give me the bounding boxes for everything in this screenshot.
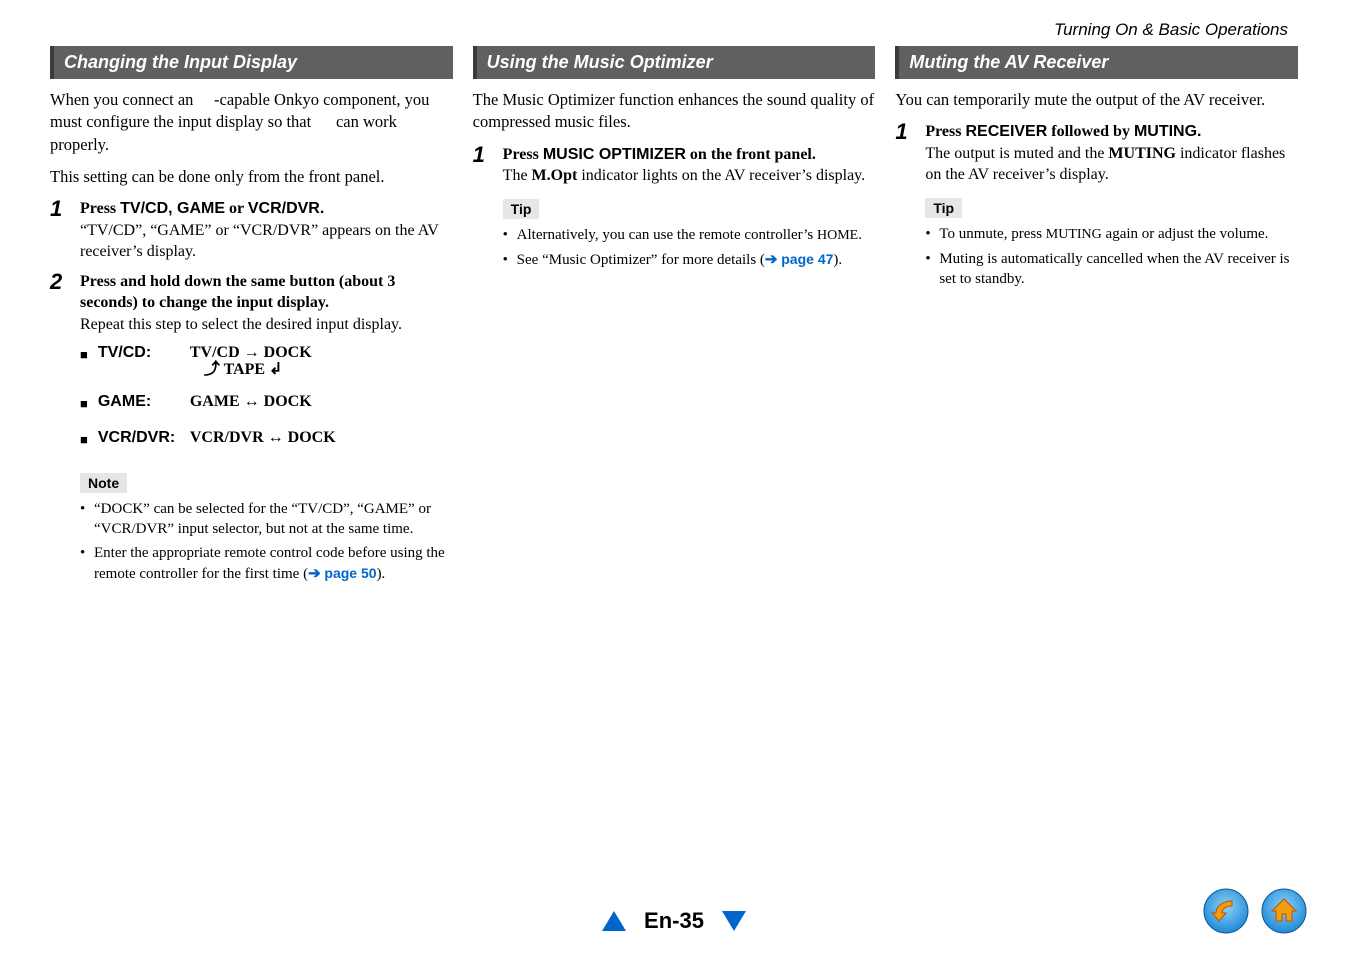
step-text: indicator lights on the AV receiver’s di… [577, 167, 865, 184]
step-number: 2 [50, 271, 70, 293]
note-text: ). [377, 566, 386, 582]
tip-text: To unmute, press [939, 226, 1045, 242]
tip-text: . [858, 227, 862, 243]
home-icon[interactable] [1260, 887, 1308, 940]
intro-text-2: This setting can be done only from the f… [50, 166, 453, 188]
column-muting: Muting the AV Receiver You can temporari… [895, 46, 1298, 588]
note-text: “DOCK” can be selected for the “TV/CD”, … [94, 501, 431, 537]
intro-text-1: When you connect an -capable Onkyo compo… [50, 89, 453, 156]
heading-muting: Muting the AV Receiver [895, 46, 1298, 79]
step-1: 1 Press TV/CD, GAME or VCR/DVR. “TV/CD”,… [50, 198, 453, 263]
step-text: The [503, 167, 532, 184]
step-text: Repeat this step to select the desired i… [80, 314, 453, 336]
square-bullet-icon: ■ [80, 393, 88, 415]
tip-text: ). [833, 252, 842, 268]
page-link[interactable]: page 50 [324, 565, 376, 581]
tip-text: Alternatively, you can use the remote co… [517, 227, 817, 243]
breadcrumb: Turning On & Basic Operations [50, 20, 1298, 40]
option-body: ⤴ TAPE ↲ [190, 361, 283, 378]
step-number: 1 [895, 121, 915, 143]
step-text: “TV/CD”, “GAME” or “VCR/DVR” appears on … [80, 220, 453, 263]
prev-page-icon[interactable] [602, 911, 626, 931]
step-text: VCR/DVR. [248, 200, 324, 217]
tip-bullet: To unmute, press MUTING again or adjust … [925, 224, 1298, 245]
note-text: Enter the appropriate remote control cod… [94, 545, 445, 581]
note-bullet: Enter the appropriate remote control cod… [80, 543, 453, 584]
tip-text: Muting is automatically cancelled when t… [939, 251, 1289, 287]
step-1: 1 Press RECEIVER followed by MUTING. The… [895, 121, 1298, 186]
input-option-vcr: ■ VCR/DVR: VCR/DVR ↔ DOCK [80, 429, 453, 451]
step-text: RECEIVER [965, 123, 1047, 140]
step-text: MUTING [1108, 145, 1176, 162]
step-text: Press [503, 146, 543, 163]
column-changing-input: Changing the Input Display When you conn… [50, 46, 453, 588]
step-text: The output is muted and the [925, 145, 1108, 162]
input-option-game: ■ GAME: GAME ↔ DOCK [80, 393, 453, 415]
intro-text: The Music Optimizer function enhances th… [473, 89, 876, 134]
note-label: Note [80, 473, 127, 493]
option-body: TV/CD → DOCK [190, 344, 312, 361]
step-text: MUTING. [1134, 123, 1202, 140]
option-body: GAME ↔ DOCK [190, 393, 312, 411]
option-label: VCR/DVR: [98, 429, 180, 447]
input-option-tvcd: ■ TV/CD: TV/CD → DOCK ⤴ TAPE ↲ [80, 344, 453, 379]
heading-changing-input: Changing the Input Display [50, 46, 453, 79]
tip-text: again or adjust the volume. [1102, 226, 1269, 242]
arrow-icon: ➔ [308, 566, 324, 582]
square-bullet-icon: ■ [80, 429, 88, 451]
option-body: VCR/DVR ↔ DOCK [190, 429, 336, 447]
footer: En-35 [0, 908, 1348, 934]
step-text: on the front panel. [686, 146, 816, 163]
step-2: 2 Press and hold down the same button (a… [50, 271, 453, 336]
next-page-icon[interactable] [722, 911, 746, 931]
option-label: TV/CD: [98, 344, 180, 362]
note-bullet: “DOCK” can be selected for the “TV/CD”, … [80, 499, 453, 540]
page-number: En-35 [644, 908, 704, 934]
step-number: 1 [50, 198, 70, 220]
page-link[interactable]: page 47 [781, 251, 833, 267]
step-number: 1 [473, 144, 493, 166]
tip-bullet: See “Music Optimizer” for more details (… [503, 250, 876, 270]
square-bullet-icon: ■ [80, 344, 88, 366]
tip-label: Tip [503, 199, 540, 219]
tip-label: Tip [925, 198, 962, 218]
step-text: Press and hold down the same button (abo… [80, 271, 453, 314]
step-text: M.Opt [532, 167, 578, 184]
tip-text: See “Music Optimizer” for more details ( [517, 252, 765, 268]
step-1: 1 Press MUSIC OPTIMIZER on the front pan… [473, 144, 876, 187]
tip-text: MUTING [1046, 227, 1102, 242]
step-text: followed by [1047, 123, 1134, 140]
tip-bullet: Alternatively, you can use the remote co… [503, 225, 876, 246]
step-text: TV/CD, GAME [120, 200, 225, 217]
column-music-optimizer: Using the Music Optimizer The Music Opti… [473, 46, 876, 588]
option-label: GAME: [98, 393, 180, 411]
back-icon[interactable] [1202, 887, 1250, 940]
intro-text: You can temporarily mute the output of t… [895, 89, 1298, 111]
heading-music-optimizer: Using the Music Optimizer [473, 46, 876, 79]
step-text: or [225, 200, 248, 217]
step-text: Press [925, 123, 965, 140]
tip-text: HOME [817, 228, 858, 243]
tip-bullet: Muting is automatically cancelled when t… [925, 249, 1298, 290]
arrow-icon: ➔ [765, 252, 781, 268]
step-text: MUSIC OPTIMIZER [543, 146, 686, 163]
step-text: Press [80, 200, 120, 217]
